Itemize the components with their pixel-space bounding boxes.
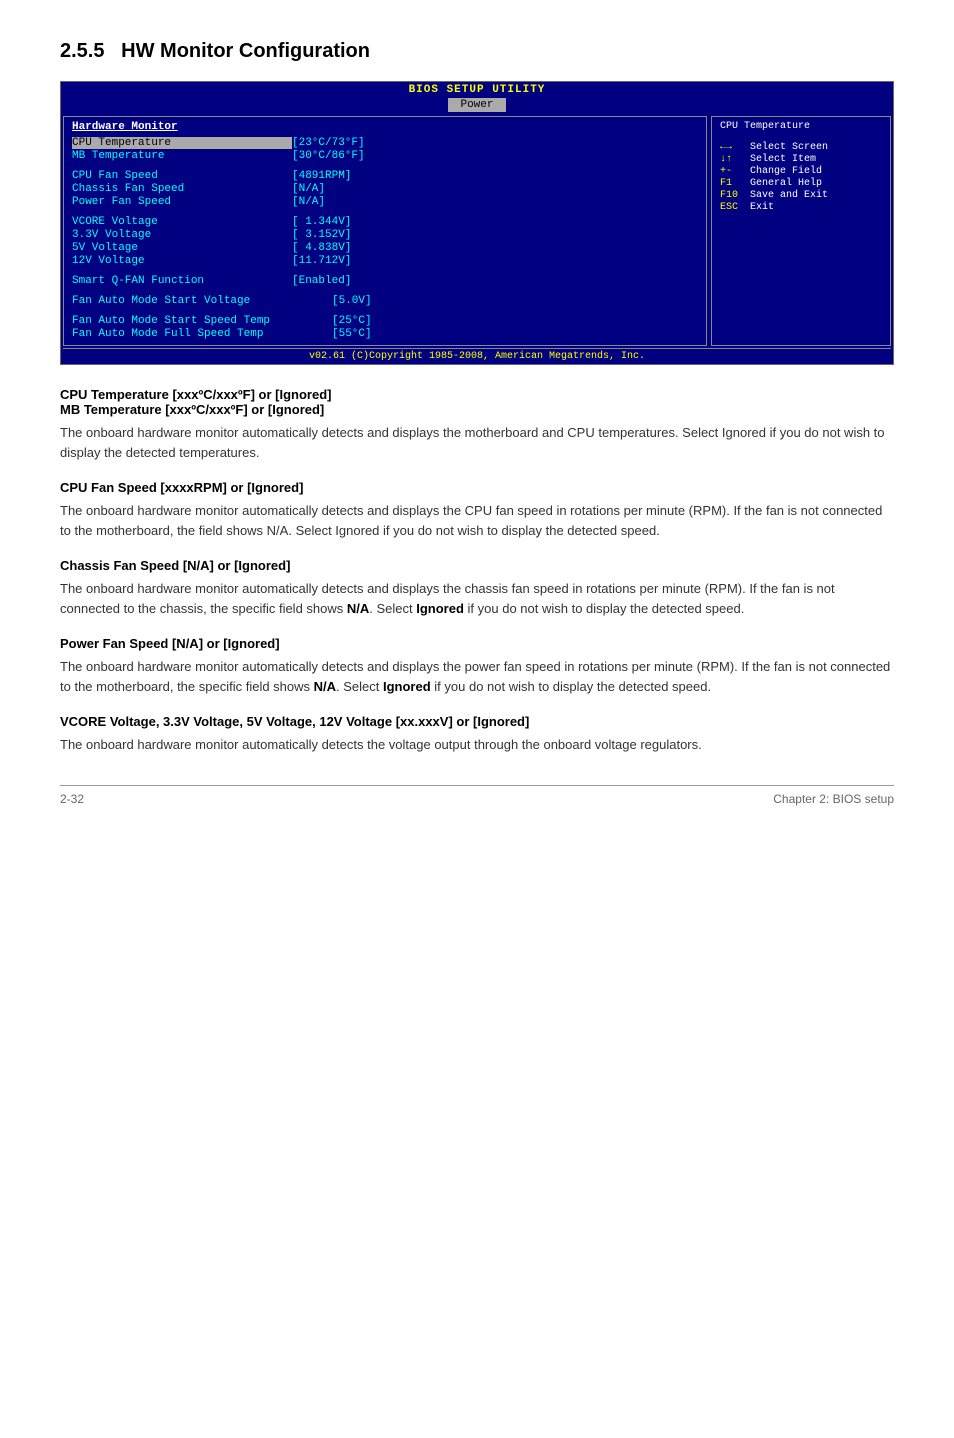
bios-label-fan-full-temp: Fan Auto Mode Full Speed Temp (72, 328, 332, 340)
doc-body-chassis-fan: The onboard hardware monitor automatical… (60, 579, 894, 618)
bios-value-cpu-temp: [23°C/73°F] (292, 137, 365, 149)
bios-footer: v02.61 (C)Copyright 1985-2008, American … (63, 348, 891, 364)
bios-legend-desc-exit: Exit (750, 202, 774, 213)
bios-label-vcore: VCORE Voltage (72, 216, 292, 228)
bios-row-fan-full-temp: Fan Auto Mode Full Speed Temp [55°C] (72, 328, 698, 340)
bios-row-cpu-fan: CPU Fan Speed [4891RPM] (72, 170, 698, 182)
bios-row-vcore: VCORE Voltage [ 1.344V] (72, 216, 698, 228)
bios-row-qfan: Smart Q-FAN Function [Enabled] (72, 275, 698, 287)
bios-label-5v: 5V Voltage (72, 242, 292, 254)
doc-heading-temps: CPU Temperature [xxxºC/xxxºF] or [Ignore… (60, 387, 894, 417)
bios-content: Hardware Monitor CPU Temperature [23°C/7… (61, 114, 893, 348)
bios-value-qfan: [Enabled] (292, 275, 351, 287)
bios-value-fan-full-temp: [55°C] (332, 328, 372, 340)
bios-left-panel: Hardware Monitor CPU Temperature [23°C/7… (63, 116, 707, 346)
bios-legend-desc-help: General Help (750, 178, 822, 189)
bios-value-chassis-fan: [N/A] (292, 183, 325, 195)
page-footer: 2-32 Chapter 2: BIOS setup (60, 785, 894, 806)
bios-legend-row-screen: ←→ Select Screen (720, 142, 882, 153)
bios-row-chassis-fan: Chassis Fan Speed [N/A] (72, 183, 698, 195)
bios-value-5v: [ 4.838V] (292, 242, 351, 254)
bios-value-mb-temp: [30°C/86°F] (292, 150, 365, 162)
doc-heading-chassis-fan: Chassis Fan Speed [N/A] or [Ignored] (60, 558, 894, 573)
bios-legend-key-field: +- (720, 166, 750, 177)
bios-legend-desc-save: Save and Exit (750, 190, 828, 201)
bios-legend-row-exit: ESC Exit (720, 202, 882, 213)
bios-section-title: Hardware Monitor (72, 121, 698, 133)
bios-label-cpu-fan: CPU Fan Speed (72, 170, 292, 182)
bios-legend-key-save: F10 (720, 190, 750, 201)
bios-row-power-fan: Power Fan Speed [N/A] (72, 196, 698, 208)
bios-value-vcore: [ 1.344V] (292, 216, 351, 228)
bios-label-qfan: Smart Q-FAN Function (72, 275, 292, 287)
bios-label-12v: 12V Voltage (72, 255, 292, 267)
bios-right-panel: CPU Temperature ←→ Select Screen ↓↑ Sele… (711, 116, 891, 346)
section-number: 2.5.5 (60, 40, 104, 62)
bios-row-mb-temp: MB Temperature [30°C/86°F] (72, 150, 698, 162)
bios-legend-desc-field: Change Field (750, 166, 822, 177)
bios-legend-row-field: +- Change Field (720, 166, 882, 177)
bios-legend-key-screen: ←→ (720, 142, 750, 153)
bios-tab-power[interactable]: Power (448, 98, 505, 112)
doc-section-voltages: VCORE Voltage, 3.3V Voltage, 5V Voltage,… (60, 714, 894, 755)
bios-value-fan-start-volt: [5.0V] (332, 295, 372, 307)
bios-title: BIOS SETUP UTILITY (61, 82, 893, 98)
doc-body-cpu-fan: The onboard hardware monitor automatical… (60, 501, 894, 540)
bios-row-5v: 5V Voltage [ 4.838V] (72, 242, 698, 254)
bios-value-3v3: [ 3.152V] (292, 229, 351, 241)
bios-label-power-fan: Power Fan Speed (72, 196, 292, 208)
doc-section-power-fan: Power Fan Speed [N/A] or [Ignored] The o… (60, 636, 894, 696)
bios-value-power-fan: [N/A] (292, 196, 325, 208)
bios-legend-key-item: ↓↑ (720, 154, 750, 165)
bios-label-fan-start-volt: Fan Auto Mode Start Voltage (72, 295, 332, 307)
bios-label-3v3: 3.3V Voltage (72, 229, 292, 241)
bios-value-12v: [11.712V] (292, 255, 351, 267)
bios-legend-desc-item: Select Item (750, 154, 816, 165)
bios-value-fan-start-temp: [25°C] (332, 315, 372, 327)
bios-legend-row-item: ↓↑ Select Item (720, 154, 882, 165)
chapter-label: Chapter 2: BIOS setup (773, 792, 894, 806)
doc-section-chassis-fan: Chassis Fan Speed [N/A] or [Ignored] The… (60, 558, 894, 618)
doc-section-cpu-fan: CPU Fan Speed [xxxxRPM] or [Ignored] The… (60, 480, 894, 540)
bios-value-cpu-fan: [4891RPM] (292, 170, 351, 182)
bios-help-title: CPU Temperature (720, 121, 882, 132)
bios-label-fan-start-temp: Fan Auto Mode Start Speed Temp (72, 315, 332, 327)
bios-row-fan-start-temp: Fan Auto Mode Start Speed Temp [25°C] (72, 315, 698, 327)
bios-label-chassis-fan: Chassis Fan Speed (72, 183, 292, 195)
bios-legend-row-help: F1 General Help (720, 178, 882, 189)
page-number: 2-32 (60, 792, 84, 806)
bios-legend-row-save: F10 Save and Exit (720, 190, 882, 201)
bios-tabs: Power (61, 98, 893, 112)
bios-legend-desc-screen: Select Screen (750, 142, 828, 153)
doc-heading-voltages: VCORE Voltage, 3.3V Voltage, 5V Voltage,… (60, 714, 894, 729)
section-title: HW Monitor Configuration (121, 40, 370, 62)
doc-section-temps: CPU Temperature [xxxºC/xxxºF] or [Ignore… (60, 387, 894, 462)
bios-screenshot: BIOS SETUP UTILITY Power Hardware Monito… (60, 81, 894, 365)
bios-legend-key-exit: ESC (720, 202, 750, 213)
bios-row-fan-start-volt: Fan Auto Mode Start Voltage [5.0V] (72, 295, 698, 307)
doc-body-temps: The onboard hardware monitor automatical… (60, 423, 894, 462)
bios-row-12v: 12V Voltage [11.712V] (72, 255, 698, 267)
doc-body-voltages: The onboard hardware monitor automatical… (60, 735, 894, 755)
bios-row-3v3: 3.3V Voltage [ 3.152V] (72, 229, 698, 241)
bios-legend: ←→ Select Screen ↓↑ Select Item +- Chang… (720, 142, 882, 213)
bios-row-cpu-temp: CPU Temperature [23°C/73°F] (72, 137, 698, 149)
doc-heading-power-fan: Power Fan Speed [N/A] or [Ignored] (60, 636, 894, 651)
section-heading: 2.5.5 HW Monitor Configuration (60, 40, 894, 63)
doc-heading-cpu-fan: CPU Fan Speed [xxxxRPM] or [Ignored] (60, 480, 894, 495)
bios-legend-key-help: F1 (720, 178, 750, 189)
bios-label-mb-temp: MB Temperature (72, 150, 292, 162)
bios-label-cpu-temp: CPU Temperature (72, 137, 292, 149)
doc-body-power-fan: The onboard hardware monitor automatical… (60, 657, 894, 696)
